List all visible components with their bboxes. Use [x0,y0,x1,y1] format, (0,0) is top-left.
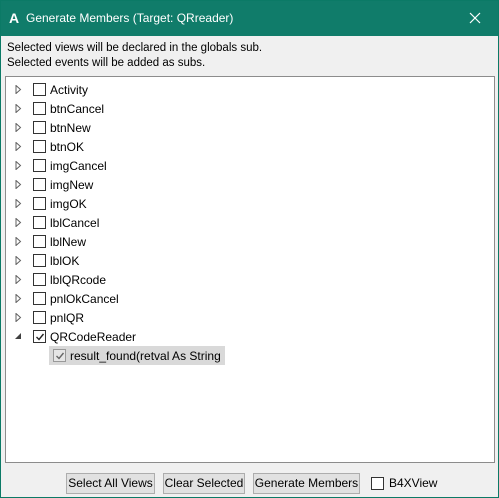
generate-members-dialog: A Generate Members (Target: QRreader) Se… [0,0,499,498]
expand-arrow-icon[interactable] [14,137,28,156]
expand-arrow-icon[interactable] [14,99,28,118]
b4xview-option[interactable]: B4XView [371,475,437,491]
tree-item-checkbox[interactable] [33,330,46,343]
tree-item[interactable]: imgCancel [14,156,107,175]
expand-arrow-icon[interactable] [14,289,28,308]
tree-item-label: lblNew [50,234,87,249]
close-button[interactable] [452,1,498,36]
tree-child-event[interactable]: result_found(retval As String [49,346,225,365]
tree-item-checkbox[interactable] [33,273,46,286]
tree-item-label: imgOK [50,196,87,211]
expand-arrow-icon[interactable] [14,270,28,289]
tree-item-label: imgNew [50,177,94,192]
tree-item[interactable]: lblCancel [14,213,99,232]
tree-item[interactable]: lblQRcode [14,270,106,289]
tree-item-label: QRCodeReader [50,329,137,344]
members-tree[interactable]: Activity btnCancel btnNew btnOK imgCancel img… [5,76,495,463]
tree-item-label: pnlOkCancel [50,291,119,306]
window-title: Generate Members (Target: QRreader) [26,11,234,25]
expand-arrow-icon[interactable] [14,175,28,194]
tree-item-checkbox[interactable] [33,102,46,115]
tree-item[interactable]: QRCodeReader [14,327,136,346]
checkmark-icon [56,352,65,360]
expand-arrow-icon[interactable] [14,156,28,175]
app-logo-icon: A [9,10,20,26]
generate-members-button[interactable]: Generate Members [253,473,360,494]
b4xview-checkbox[interactable] [371,476,384,490]
collapse-arrow-icon[interactable] [14,327,28,346]
tree-item[interactable]: btnOK [14,137,84,156]
tree-item-checkbox[interactable] [33,140,46,153]
tree-item[interactable]: btnNew [14,118,91,137]
tree-item-label: pnlQR [50,310,85,325]
tree-item-label: lblOK [50,253,80,268]
description-events: Selected events will be added as subs. [7,57,206,69]
tree-item-checkbox[interactable] [33,83,46,96]
tree-item[interactable]: lblNew [14,232,86,251]
tree-item-checkbox[interactable] [33,159,46,172]
expand-arrow-icon[interactable] [14,80,28,99]
close-icon [469,12,481,24]
title-bar: A Generate Members (Target: QRreader) [1,1,498,36]
expand-arrow-icon[interactable] [14,232,28,251]
tree-item-label: imgCancel [50,158,107,173]
expand-arrow-icon[interactable] [14,118,28,137]
tree-item-checkbox[interactable] [33,292,46,305]
checkmark-icon [36,333,45,341]
tree-item[interactable]: pnlOkCancel [14,289,119,308]
tree-item[interactable]: lblOK [14,251,79,270]
event-label: result_found(retval As String [70,348,221,363]
tree-item-checkbox[interactable] [33,121,46,134]
event-checkbox[interactable] [53,349,66,362]
select-all-views-button[interactable]: Select All Views [66,473,155,494]
tree-item-label: lblCancel [50,215,100,230]
tree-item-label: btnCancel [50,101,105,116]
tree-item-checkbox[interactable] [33,178,46,191]
tree-item-checkbox[interactable] [33,254,46,267]
description-views: Selected views will be declared in the g… [7,42,263,54]
tree-item[interactable]: imgNew [14,175,93,194]
tree-item-label: btnNew [50,120,91,135]
tree-item-checkbox[interactable] [33,311,46,324]
tree-item[interactable]: btnCancel [14,99,104,118]
expand-arrow-icon[interactable] [14,194,28,213]
tree-item[interactable]: Activity [14,80,88,99]
expand-arrow-icon[interactable] [14,251,28,270]
tree-item-checkbox[interactable] [33,235,46,248]
tree-item-checkbox[interactable] [33,216,46,229]
expand-arrow-icon[interactable] [14,213,28,232]
tree-item-checkbox[interactable] [33,197,46,210]
tree-item[interactable]: imgOK [14,194,87,213]
tree-item[interactable]: pnlQR [14,308,84,327]
clear-selected-button[interactable]: Clear Selected [163,473,245,494]
tree-item-label: Activity [50,82,89,97]
expand-arrow-icon[interactable] [14,308,28,327]
tree-item-label: lblQRcode [50,272,107,287]
tree-item-label: btnOK [50,139,85,154]
b4xview-label: B4XView [389,476,438,490]
